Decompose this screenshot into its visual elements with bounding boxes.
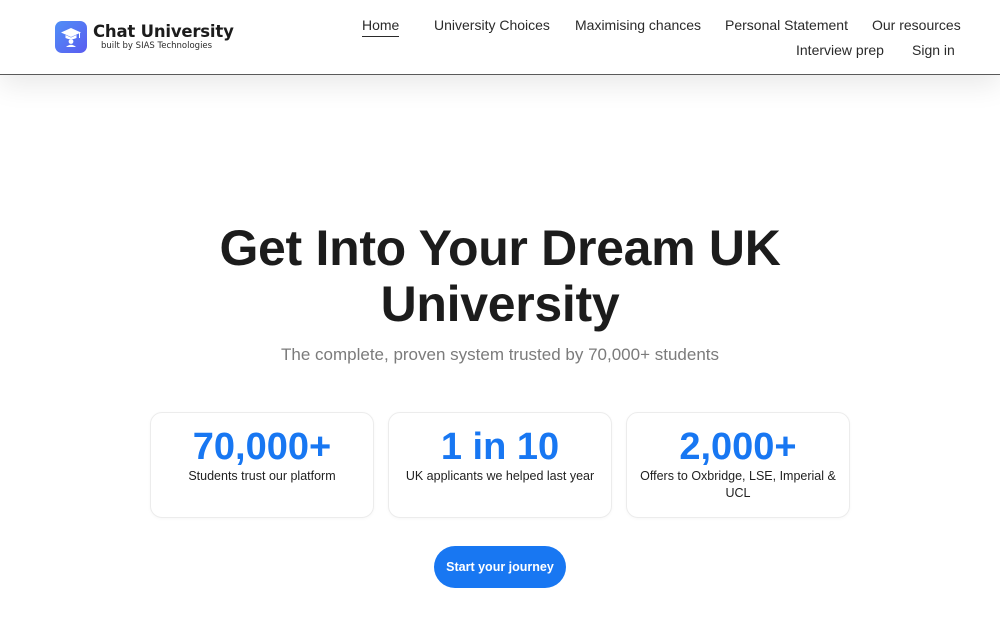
- stat-card-students: 70,000+ Students trust our platform: [150, 412, 374, 518]
- stat-label: Students trust our platform: [188, 469, 336, 483]
- stat-card-applicants: 1 in 10 UK applicants we helped last yea…: [388, 412, 612, 518]
- brand-tagline: built by SIAS Technologies: [101, 41, 213, 51]
- stat-label: Offers to Oxbridge, LSE, Imperial & UCL: [640, 469, 836, 500]
- brand-name: Chat University: [93, 22, 234, 41]
- nav-link-sign-in[interactable]: Sign in: [912, 42, 955, 58]
- stat-value: 70,000+: [192, 426, 332, 468]
- nav-link-maximising-chances[interactable]: Maximising chances: [575, 17, 701, 33]
- site-header: Chat University built by SIAS Technologi…: [0, 0, 1000, 75]
- start-journey-button[interactable]: Start your journey: [434, 546, 566, 588]
- hero-title-line-2: University: [380, 276, 620, 332]
- nav-link-our-resources[interactable]: Our resources: [872, 17, 961, 33]
- nav-link-personal-statement[interactable]: Personal Statement: [725, 17, 848, 33]
- stat-value: 2,000+: [679, 426, 797, 468]
- nav-link-home[interactable]: Home: [362, 17, 400, 37]
- nav-link-university-choices[interactable]: University Choices: [434, 17, 550, 33]
- stat-value: 1 in 10: [440, 426, 560, 468]
- brand-logo[interactable]: Chat University built by SIAS Technologi…: [55, 21, 234, 53]
- stat-label: UK applicants we helped last year: [405, 469, 595, 483]
- graduation-cap-icon: [55, 21, 87, 53]
- hero-subtitle: The complete, proven system trusted by 7…: [281, 345, 719, 364]
- stat-card-offers: 2,000+ Offers to Oxbridge, LSE, Imperial…: [626, 412, 850, 518]
- hero-title: Get Into Your Dream UK University: [0, 220, 1000, 332]
- nav-link-interview-prep[interactable]: Interview prep: [796, 42, 884, 58]
- hero-title-line-1: Get Into Your Dream UK: [219, 220, 781, 276]
